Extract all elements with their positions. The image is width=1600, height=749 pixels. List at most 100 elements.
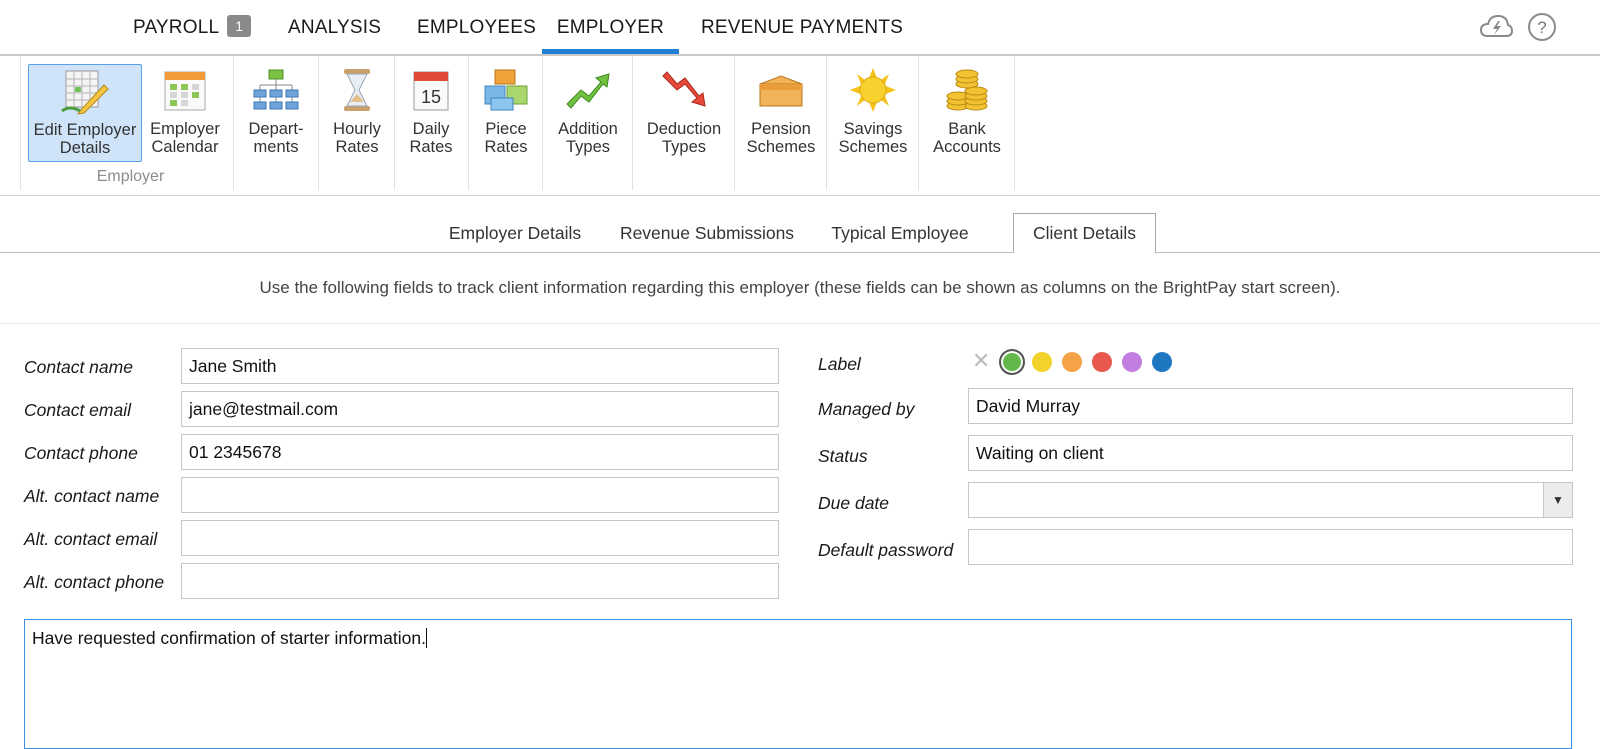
ribbon-group-label: Employer [96,168,165,185]
cloud-sync-icon[interactable] [1479,12,1513,42]
status-field[interactable]: Waiting on client [968,435,1573,471]
button-label: Addition [558,120,618,138]
button-label: Types [661,138,707,156]
text-cursor [425,628,427,648]
hourglass-icon [344,69,370,111]
alt-contact-name-label: Alt. contact name [24,486,160,506]
ribbon-separator [826,56,827,190]
coins-icon [946,69,988,111]
client-details-description: Use the following fields to track client… [259,278,1341,297]
label-color-green[interactable] [999,349,1025,375]
daily-rates-button[interactable]: 15 Daily Rates [398,64,464,162]
contact-phone-field[interactable]: 01 2345678 [181,434,779,470]
managed-by-field[interactable]: David Murray [968,388,1573,424]
nav-tab-employer[interactable]: EMPLOYER [542,0,679,54]
ribbon-separator [1014,56,1015,190]
section-tabs: Employer Details Revenue Submissions Typ… [0,196,1600,254]
alt-contact-email-label: Alt. contact email [24,529,158,549]
default-password-field[interactable] [968,529,1573,565]
button-label: Savings [843,120,903,138]
arrow-up-icon [566,73,610,109]
due-date-label: Due date [818,493,890,513]
nav-tab-employees[interactable]: EMPLOYEES [417,0,536,54]
button-label: ments [253,138,299,156]
contact-phone-label: Contact phone [24,443,138,463]
savings-schemes-button[interactable]: Savings Schemes [832,64,914,162]
alt-contact-phone-label: Alt. contact phone [24,572,165,592]
addition-types-button[interactable]: Addition Types [548,64,628,162]
payroll-count-badge: 1 [227,15,252,37]
alt-contact-name-field[interactable] [181,477,779,513]
nav-tab-analysis[interactable]: ANALYSIS [288,0,381,54]
nav-tab-label: PAYROLL [133,17,220,38]
alt-contact-phone-field[interactable] [181,563,779,599]
alt-contact-email-field[interactable] [181,520,779,556]
tab-typical-employee[interactable]: Typical Employee [824,214,976,252]
button-label: Rates [484,138,528,156]
contact-email-label: Contact email [24,400,131,420]
blocks-icon [484,69,528,111]
edit-employer-details-button[interactable]: Edit Employer Details [28,64,142,162]
ribbon-separator [20,56,21,190]
button-label: Calendar [151,138,219,156]
button-label: Depart- [248,120,304,138]
ribbon-toolbar: Edit Employer Details Employer Calendar … [0,56,1600,196]
sun-icon [850,68,896,112]
button-label: Piece [485,120,527,138]
ribbon-separator [233,56,234,190]
clear-label-icon[interactable]: ✕ [972,350,990,372]
box-icon [759,75,803,107]
nav-tab-payroll[interactable]: PAYROLL 1 [133,0,252,54]
button-label: Rates [335,138,379,156]
pension-schemes-button[interactable]: Pension Schemes [740,64,822,162]
notes-text: Have requested confirmation of starter i… [32,628,426,648]
hourly-rates-button[interactable]: Hourly Rates [322,64,392,162]
label-color-orange[interactable] [1062,352,1082,372]
contact-name-field[interactable]: Jane Smith [181,348,779,384]
day-calendar-icon: 15 [413,71,449,111]
managed-by-label: Managed by [818,399,915,419]
label-color-red[interactable] [1092,352,1112,372]
employer-calendar-button[interactable]: Employer Calendar [146,64,224,162]
ribbon-separator [318,56,319,190]
edit-employer-icon [61,70,109,115]
help-icon[interactable]: ? [1526,12,1558,42]
deduction-types-button[interactable]: Deduction Types [638,64,730,162]
chevron-down-icon[interactable]: ▼ [1543,483,1572,517]
label-color-yellow[interactable] [1032,352,1052,372]
label-color-purple[interactable] [1122,352,1142,372]
contact-name-label: Contact name [24,357,133,377]
notes-textarea[interactable]: Have requested confirmation of starter i… [24,619,1572,749]
due-date-dropdown[interactable]: ▼ [968,482,1573,518]
button-label: Edit Employer [33,121,137,139]
button-label: Schemes [746,138,816,156]
button-label: Rates [409,138,453,156]
org-chart-icon [253,69,299,110]
ribbon-separator [468,56,469,190]
ribbon-separator [394,56,395,190]
default-password-label: Default password [818,540,954,560]
button-label: Hourly [333,120,381,138]
button-label: Details [59,139,111,157]
button-label: Pension [751,120,811,138]
piece-rates-button[interactable]: Piece Rates [472,64,540,162]
contact-email-field[interactable]: jane@testmail.com [181,391,779,427]
departments-button[interactable]: Depart- ments [240,64,312,162]
ribbon-separator [632,56,633,190]
button-label: Employer [150,120,220,138]
ribbon-separator [734,56,735,190]
status-label: Status [818,446,868,466]
label-color-blue[interactable] [1152,352,1172,372]
calendar-day-number: 15 [421,87,441,107]
tab-revenue-submissions[interactable]: Revenue Submissions [612,214,802,252]
label-label: Label [818,354,861,374]
nav-tab-revenue-payments[interactable]: REVENUE PAYMENTS [701,0,903,54]
tab-employer-details[interactable]: Employer Details [440,214,590,252]
svg-text:?: ? [1537,18,1546,37]
tab-client-details[interactable]: Client Details [1013,213,1156,254]
divider [0,323,1600,324]
bank-accounts-button[interactable]: Bank Accounts [924,64,1010,162]
button-label: Bank [948,120,986,138]
button-label: Schemes [838,138,908,156]
button-label: Types [565,138,611,156]
